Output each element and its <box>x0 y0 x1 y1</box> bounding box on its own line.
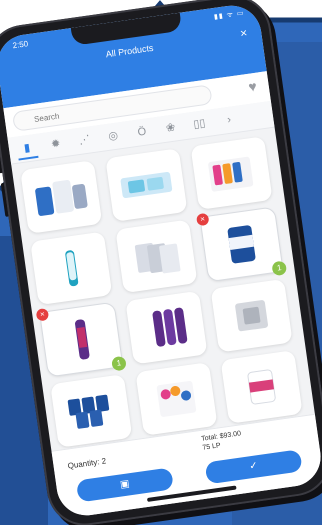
product-card-6[interactable]: × 1 <box>195 207 288 282</box>
product-image-4 <box>65 250 79 287</box>
product-image-11 <box>156 380 197 417</box>
check-icon: ✓ <box>248 460 259 473</box>
category-burst-icon[interactable]: ✹ <box>45 134 67 155</box>
close-button[interactable]: × <box>239 26 248 41</box>
product-card-1[interactable] <box>20 160 103 234</box>
quantity-summary: Quantity: 2 <box>67 456 107 471</box>
product-image-10 <box>67 394 110 429</box>
product-card-11[interactable] <box>135 362 218 436</box>
product-card-4[interactable] <box>30 231 113 306</box>
product-image-8 <box>152 307 188 347</box>
bag-icon: ▣ <box>119 478 131 491</box>
category-pack-icon[interactable]: ▯▯ <box>188 114 210 135</box>
product-card-7[interactable]: × 1 <box>35 302 127 377</box>
favorites-heart-icon[interactable]: ♥ <box>247 78 257 95</box>
category-next-icon[interactable]: › <box>218 110 240 131</box>
product-card-2[interactable] <box>105 148 188 222</box>
product-grid: × 1 × 1 <box>20 136 307 448</box>
quantity-badge-6: 1 <box>271 260 288 277</box>
product-image-12 <box>247 369 276 405</box>
product-image-5 <box>134 242 181 274</box>
quantity-badge-7: 1 <box>111 355 127 372</box>
status-icons: ▮▮ ᯤ ▭ <box>213 9 245 21</box>
confirm-button[interactable]: ✓ <box>204 449 303 485</box>
category-target-icon[interactable]: ◎ <box>102 126 124 147</box>
product-card-12[interactable] <box>220 350 303 424</box>
category-flower-icon[interactable]: ❀ <box>160 118 182 139</box>
product-card-3[interactable] <box>190 136 273 210</box>
product-image-9 <box>235 300 268 332</box>
total-summary: Total: $93.00 75 LP <box>201 429 243 452</box>
product-image-1 <box>35 180 88 216</box>
category-jar-icon[interactable]: ▮ <box>15 137 39 161</box>
category-bottle-icon[interactable]: Ö <box>131 122 153 143</box>
product-image-7 <box>75 319 90 360</box>
product-card-8[interactable] <box>125 290 208 365</box>
category-molecule-icon[interactable]: ⋰ <box>73 130 95 151</box>
phone-wrap: 2:50 ▮▮ ᯤ ▭ All Products × ⌕ ♥ ▮ ✹ ⋰ ◎ Ö… <box>0 0 322 525</box>
product-image-3 <box>208 156 254 192</box>
product-card-5[interactable] <box>115 219 198 294</box>
status-time: 2:50 <box>12 39 29 51</box>
product-image-2 <box>120 172 173 199</box>
product-image-6 <box>227 225 256 264</box>
product-card-9[interactable] <box>210 278 293 353</box>
product-card-10[interactable] <box>50 374 133 448</box>
scene: 2:50 ▮▮ ᯤ ▭ All Products × ⌕ ♥ ▮ ✹ ⋰ ◎ Ö… <box>0 0 322 525</box>
